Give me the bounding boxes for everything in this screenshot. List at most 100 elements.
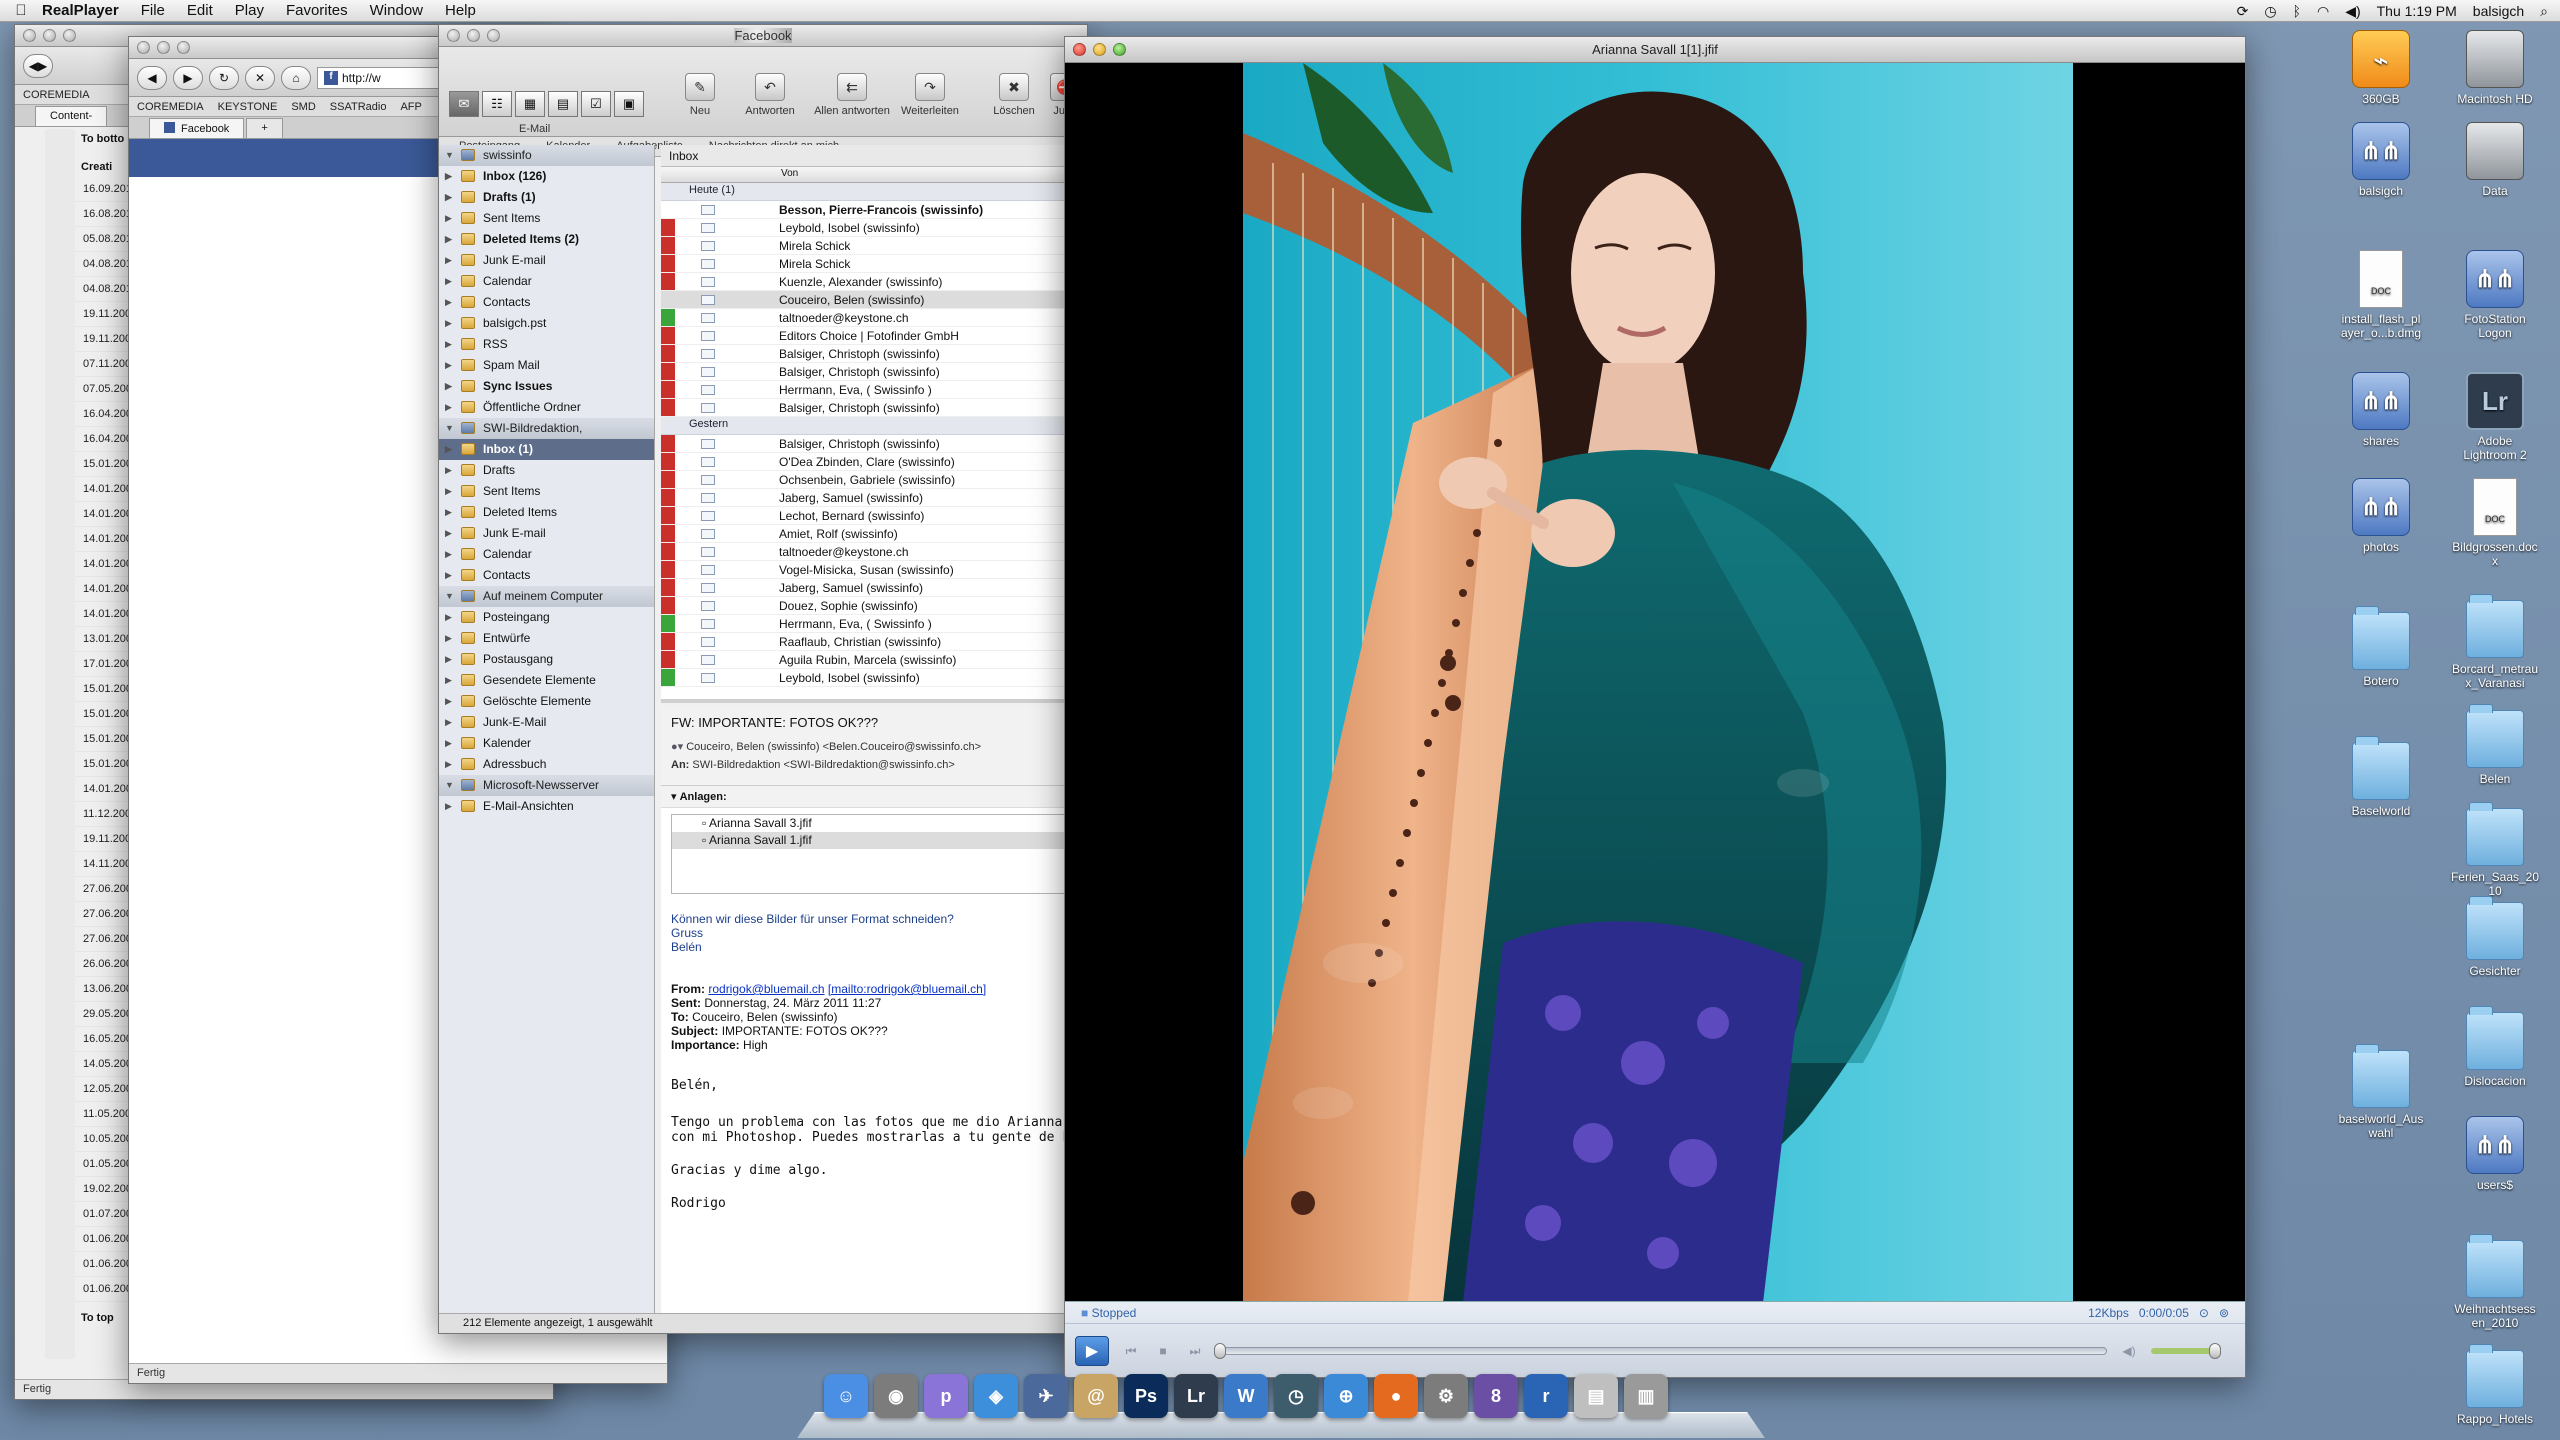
desktop-icon[interactable]: Rappo_Hotels: [2440, 1344, 2550, 1426]
clock[interactable]: Thu 1:19 PM: [2377, 3, 2457, 19]
seek-slider[interactable]: [1214, 1343, 2107, 1359]
notes-view-icon[interactable]: ▤: [548, 91, 578, 117]
sidebar-section[interactable]: ▼ swissinfo: [439, 145, 654, 166]
disclosure-triangle-icon[interactable]: ▶: [445, 271, 452, 292]
desktop-icon[interactable]: Macintosh HD: [2440, 30, 2550, 106]
message-row[interactable]: Herrmann, Eva, ( Swissinfo ): [661, 381, 1089, 399]
desktop-icon[interactable]: Belen: [2440, 704, 2550, 786]
word-icon[interactable]: W: [1224, 1374, 1268, 1418]
reply-all-button[interactable]: ⇇ Allen antworten: [809, 73, 895, 117]
follow-up-flag-icon[interactable]: [661, 381, 675, 398]
attachment-item-selected[interactable]: ▫ Arianna Savall 1.jfif: [672, 832, 1078, 849]
zoom-button[interactable]: [1113, 43, 1126, 56]
rewind-icon[interactable]: ⏮: [1121, 1342, 1141, 1360]
disclosure-triangle-icon[interactable]: ▶: [445, 292, 452, 313]
sidebar-section[interactable]: ▼ Microsoft-Newsserver: [439, 775, 654, 796]
disclosure-triangle-icon[interactable]: ▶: [445, 607, 452, 628]
message-row[interactable]: O'Dea Zbinden, Clare (swissinfo): [661, 453, 1089, 471]
disclosure-triangle-icon[interactable]: ▶: [445, 334, 452, 355]
follow-up-flag-icon[interactable]: [661, 219, 675, 236]
address-book-icon[interactable]: ☷: [482, 91, 512, 117]
desktop-icon[interactable]: DOC Bildgrossen.doc x: [2440, 478, 2550, 568]
desktop-icon[interactable]: Baselworld: [2326, 736, 2436, 818]
disclosure-triangle-icon[interactable]: ▶: [445, 229, 452, 250]
message-to-text[interactable]: SWI-Bildredaktion <SWI-Bildredaktion@swi…: [692, 759, 954, 771]
completed-flag-icon[interactable]: [661, 309, 675, 326]
sidebar-folder[interactable]: ▶ Junk E-mail: [439, 523, 654, 544]
message-row[interactable]: Amiet, Rolf (swissinfo): [661, 525, 1089, 543]
message-row[interactable]: Editors Choice | Fotofinder GmbH: [661, 327, 1089, 345]
delete-button[interactable]: ✖ Löschen: [979, 73, 1049, 117]
zoom-button[interactable]: [177, 41, 190, 54]
sidebar-folder[interactable]: ▶ Adressbuch: [439, 754, 654, 775]
message-row[interactable]: Balsiger, Christoph (swissinfo): [661, 345, 1089, 363]
zoom-button[interactable]: [63, 29, 76, 42]
disclosure-triangle-icon[interactable]: ▶: [445, 397, 452, 418]
follow-up-flag-icon[interactable]: [661, 651, 675, 668]
disclosure-triangle-icon[interactable]: ▶: [445, 670, 452, 691]
seek-knob[interactable]: [1214, 1343, 1226, 1359]
group-today[interactable]: Heute (1): [661, 183, 1089, 201]
message-row[interactable]: Herrmann, Eva, ( Swissinfo ): [661, 615, 1089, 633]
menu-file[interactable]: File: [141, 2, 165, 19]
disclosure-triangle-icon[interactable]: ▶: [445, 376, 452, 397]
message-row[interactable]: Mirela Schick: [661, 255, 1089, 273]
disclosure-triangle-icon[interactable]: ▶: [445, 523, 452, 544]
sidebar-folder[interactable]: ▶ RSS: [439, 334, 654, 355]
new-tab-button[interactable]: +: [246, 118, 283, 138]
sidebar-folder[interactable]: ▶ Contacts: [439, 292, 654, 313]
sidebar-section[interactable]: ▼ Auf meinem Computer: [439, 586, 654, 607]
desktop-icon[interactable]: DOC install_flash_pl ayer_o...b.dmg: [2326, 250, 2436, 340]
menu-edit[interactable]: Edit: [187, 2, 213, 19]
sidebar-folder[interactable]: ▶ Contacts: [439, 565, 654, 586]
desktop-icon[interactable]: Botero: [2326, 606, 2436, 688]
follow-up-flag-icon[interactable]: [661, 327, 675, 344]
disclosure-triangle-icon[interactable]: ▼: [445, 145, 454, 166]
desktop-icon[interactable]: ⋔⋔ balsigch: [2326, 122, 2436, 198]
minimize-button[interactable]: [467, 29, 480, 42]
follow-up-flag-icon[interactable]: [661, 273, 675, 290]
attachments-header[interactable]: ▾ Anlagen:: [661, 786, 1089, 808]
disclosure-triangle-icon[interactable]: ▶: [445, 313, 452, 334]
sidebar-folder[interactable]: ▶ balsigch.pst: [439, 313, 654, 334]
bookmark-keystone[interactable]: KEYSTONE: [218, 101, 278, 113]
wifi-icon[interactable]: ◠: [2317, 3, 2329, 20]
finder-icon[interactable]: ☺: [824, 1374, 868, 1418]
close-button[interactable]: [447, 29, 460, 42]
attachment-item[interactable]: ▫ Arianna Savall 3.jfif: [672, 815, 1078, 832]
desktop-icon[interactable]: ⋔⋔ FotoStation Logon: [2440, 250, 2550, 340]
bookmark-smd[interactable]: SMD: [291, 101, 315, 113]
trash-icon[interactable]: ▥: [1624, 1374, 1668, 1418]
close-button[interactable]: [137, 41, 150, 54]
menu-window[interactable]: Window: [370, 2, 423, 19]
sidebar-folder[interactable]: ▶ Drafts: [439, 460, 654, 481]
message-row[interactable]: taltnoeder@keystone.ch: [661, 543, 1089, 561]
safari-icon[interactable]: ⊕: [1324, 1374, 1368, 1418]
message-row[interactable]: Vogel-Misicka, Susan (swissinfo): [661, 561, 1089, 579]
desktop-icon[interactable]: Weihnachtsess en_2010: [2440, 1234, 2550, 1330]
sidebar-folder[interactable]: ▶ Junk E-mail: [439, 250, 654, 271]
time-machine-icon[interactable]: ◷: [1274, 1374, 1318, 1418]
sidebar-folder[interactable]: ▶ Kalender: [439, 733, 654, 754]
desktop-icon[interactable]: Borcard_metrau x_Varanasi: [2440, 594, 2550, 690]
menu-favorites[interactable]: Favorites: [286, 2, 348, 19]
network-icon[interactable]: ◈: [974, 1374, 1018, 1418]
back-button[interactable]: ◀: [137, 65, 167, 90]
tab-content[interactable]: Content-: [35, 106, 108, 126]
disclosure-triangle-icon[interactable]: ▶: [445, 544, 452, 565]
follow-up-flag-icon[interactable]: [661, 633, 675, 650]
sidebar-folder[interactable]: ▶ Posteingang: [439, 607, 654, 628]
follow-up-flag-icon[interactable]: [661, 399, 675, 416]
desktop-icon[interactable]: Gesichter: [2440, 896, 2550, 978]
follow-up-flag-icon[interactable]: [661, 579, 675, 596]
lightroom-icon[interactable]: Lr: [1174, 1374, 1218, 1418]
follow-up-flag-icon[interactable]: [661, 363, 675, 380]
column-header-from[interactable]: Von: [661, 167, 1089, 183]
download-icon[interactable]: ⊚: [2219, 1306, 2229, 1320]
minimize-button[interactable]: [157, 41, 170, 54]
reply-button[interactable]: ↶ Antworten: [735, 73, 805, 117]
spotlight-icon[interactable]: ⌕: [2540, 3, 2548, 20]
forward-button[interactable]: ↷ Weiterleiten: [895, 73, 965, 117]
mail-stamp-icon[interactable]: @: [1074, 1374, 1118, 1418]
close-button[interactable]: [1073, 43, 1086, 56]
